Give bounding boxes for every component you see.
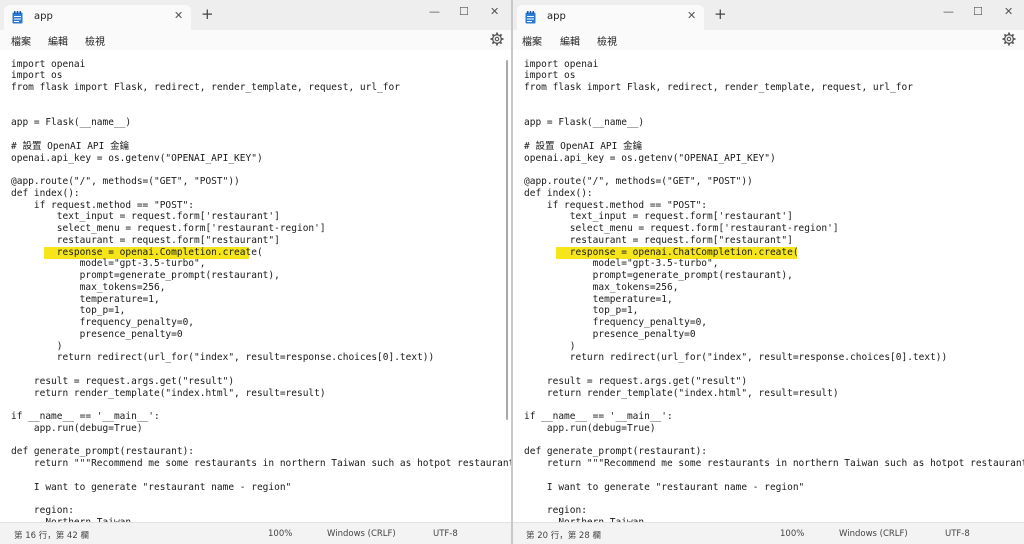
menu-file[interactable]: 檔案	[522, 33, 542, 48]
title-bar: app ✕ + — ☐ ✕	[513, 0, 1024, 30]
menu-edit[interactable]: 編輯	[48, 33, 68, 48]
maximize-button[interactable]: ☐	[973, 5, 983, 19]
close-button[interactable]: ✕	[490, 5, 499, 19]
gear-icon[interactable]	[490, 32, 504, 46]
cursor-position: 第 20 行，第 28 欄	[526, 531, 601, 541]
status-bar: 第 16 行，第 42 欄 100% Windows (CRLF) UTF-8	[0, 522, 511, 544]
encoding: UTF-8	[945, 529, 970, 539]
code-text[interactable]: import openai import os from flask impor…	[524, 59, 1024, 523]
notepad-document-icon	[12, 11, 23, 24]
tab-close-icon[interactable]: ✕	[687, 9, 696, 22]
maximize-button[interactable]: ☐	[459, 5, 469, 19]
code-text[interactable]: import openai import os from flask impor…	[11, 59, 511, 523]
menu-edit[interactable]: 編輯	[560, 33, 580, 48]
document-tab[interactable]: app ✕	[517, 5, 704, 30]
menu-view[interactable]: 檢視	[597, 33, 617, 48]
title-bar: app ✕ + — ☐ ✕	[0, 0, 511, 30]
notepad-window-right: app ✕ + — ☐ ✕ 檔案 編輯 檢視 import openai imp…	[513, 0, 1024, 544]
text-editor[interactable]: import openai import os from flask impor…	[0, 50, 511, 522]
tab-close-icon[interactable]: ✕	[174, 9, 183, 22]
gear-icon[interactable]	[1002, 32, 1016, 46]
zoom-level: 100%	[268, 529, 293, 539]
zoom-level: 100%	[780, 529, 805, 539]
minimize-button[interactable]: —	[429, 5, 440, 19]
menu-view[interactable]: 檢視	[85, 33, 105, 48]
tab-title: app	[547, 11, 566, 22]
menu-bar: 檔案 編輯 檢視	[513, 30, 1024, 50]
menu-bar: 檔案 編輯 檢視	[0, 30, 511, 50]
line-ending: Windows (CRLF)	[327, 529, 396, 539]
notepad-document-icon	[525, 11, 536, 24]
line-ending: Windows (CRLF)	[839, 529, 908, 539]
notepad-window-left: app ✕ + — ☐ ✕ 檔案 編輯 檢視 import openai imp…	[0, 0, 511, 544]
tab-title: app	[34, 11, 53, 22]
cursor-position: 第 16 行，第 42 欄	[14, 531, 89, 541]
menu-file[interactable]: 檔案	[11, 33, 31, 48]
status-bar: 第 20 行，第 28 欄 100% Windows (CRLF) UTF-8	[513, 522, 1024, 544]
new-tab-button[interactable]: +	[201, 6, 214, 22]
close-button[interactable]: ✕	[1004, 5, 1013, 19]
minimize-button[interactable]: —	[943, 5, 954, 19]
document-tab[interactable]: app ✕	[4, 5, 191, 30]
vertical-scrollbar[interactable]	[506, 60, 508, 420]
encoding: UTF-8	[433, 529, 458, 539]
new-tab-button[interactable]: +	[714, 6, 727, 22]
text-editor[interactable]: import openai import os from flask impor…	[513, 50, 1024, 522]
